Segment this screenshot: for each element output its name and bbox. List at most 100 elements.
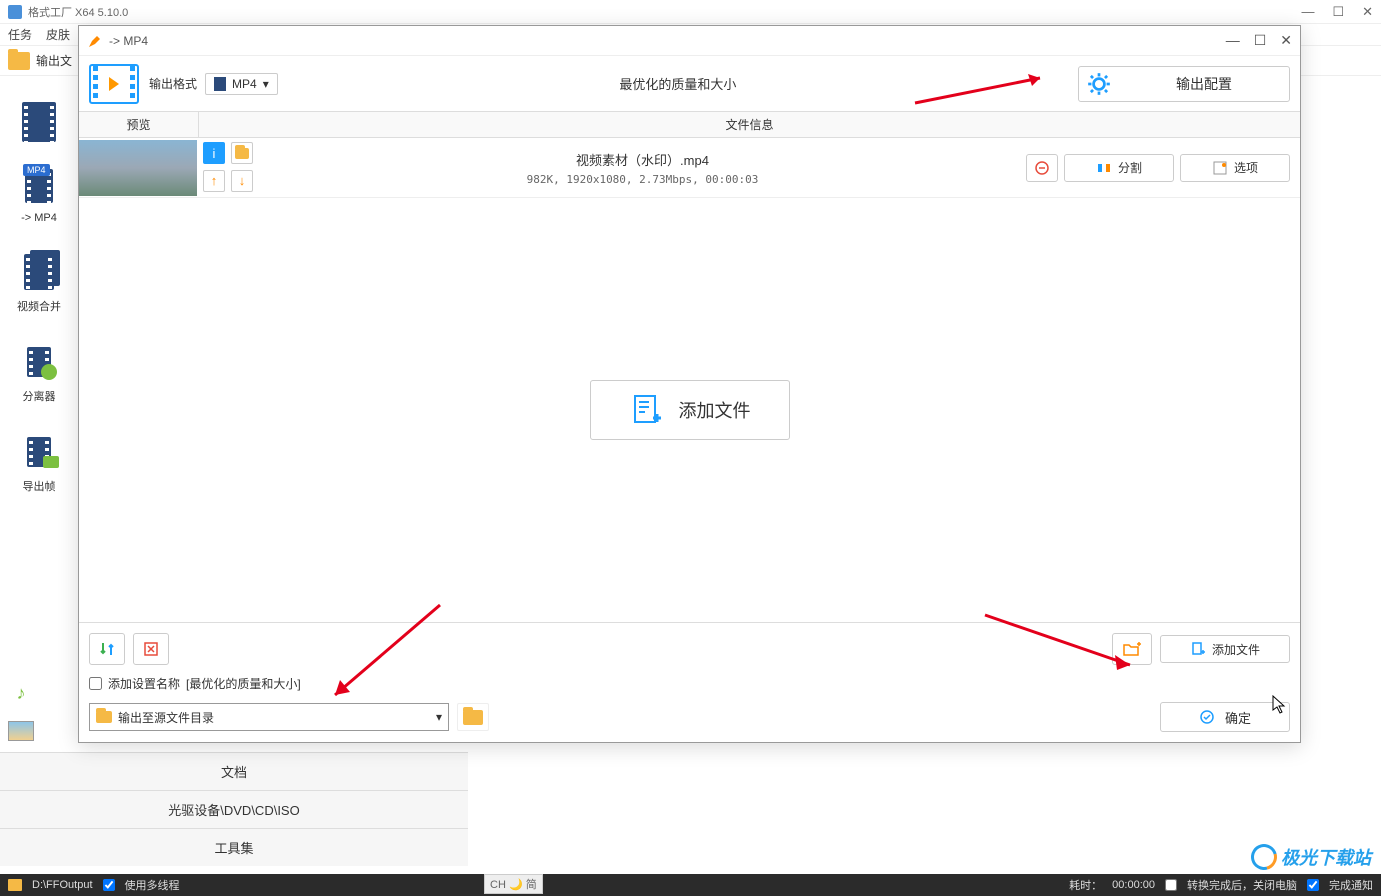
- shutdown-checkbox[interactable]: [1165, 879, 1177, 891]
- category-tools[interactable]: 工具集: [0, 828, 468, 866]
- sidebar-picture-icon[interactable]: [6, 716, 36, 746]
- clear-button[interactable]: [133, 633, 169, 665]
- add-folder-icon: [1122, 640, 1142, 658]
- output-config-button[interactable]: 输出配置: [1078, 66, 1290, 102]
- append-settings-checkbox[interactable]: [89, 677, 102, 690]
- output-config-label: 输出配置: [1119, 74, 1289, 94]
- file-tools: i ↑ ↓: [199, 138, 259, 197]
- add-folder-button[interactable]: [1112, 633, 1152, 665]
- main-title-bar: 格式工厂 X64 5.10.0 — ☐ ✕: [0, 0, 1381, 24]
- move-up-button[interactable]: ↑: [203, 170, 225, 192]
- folder-icon: [96, 711, 112, 723]
- watermark-text: 极光下载站: [1281, 844, 1371, 870]
- row-actions: 分割 选项: [1026, 138, 1300, 197]
- sidebar-export-frame-label: 导出帧: [23, 478, 56, 494]
- format-value: MP4: [232, 77, 257, 91]
- sidebar-to-mp4[interactable]: MP4 -> MP4: [0, 156, 78, 232]
- file-row[interactable]: i ↑ ↓ 视频素材（水印）.mp4 982K, 1920x1080, 2.73…: [79, 138, 1300, 198]
- output-folder-icon[interactable]: [8, 52, 30, 70]
- header-fileinfo: 文件信息: [199, 112, 1300, 137]
- watermark-logo-icon: [1246, 839, 1282, 875]
- append-settings-value: [最优化的质量和大小]: [186, 675, 301, 692]
- folder-icon: [463, 710, 483, 725]
- app-title: 格式工厂 X64 5.10.0: [28, 4, 1301, 20]
- header-preview: 预览: [79, 112, 199, 137]
- remove-file-button[interactable]: [1026, 154, 1058, 182]
- file-center: 视频素材（水印）.mp4 982K, 1920x1080, 2.73Mbps, …: [259, 138, 1026, 197]
- dialog-maximize-button[interactable]: ☐: [1254, 32, 1267, 49]
- output-label: 输出文: [36, 52, 72, 69]
- dialog-bottom: 添加文件 添加设置名称 [最优化的质量和大小] 输出至源文件目录 ▾ 确定: [79, 622, 1300, 742]
- output-format-label: 输出格式: [149, 75, 197, 92]
- notify-label: 完成通知: [1329, 877, 1373, 893]
- dialog-title: -> MP4: [109, 34, 1226, 48]
- add-file-small-icon: [1190, 641, 1206, 657]
- add-file-icon: [629, 392, 665, 428]
- sidebar-video-icon[interactable]: [0, 76, 78, 156]
- check-circle-icon: [1199, 709, 1215, 725]
- options-icon: [1212, 160, 1228, 176]
- add-file-button[interactable]: 添加文件: [1160, 635, 1290, 663]
- options-button[interactable]: 选项: [1180, 154, 1290, 182]
- split-button[interactable]: 分割: [1064, 154, 1174, 182]
- multithread-label: 使用多线程: [125, 877, 180, 893]
- format-select[interactable]: MP4 ▾: [205, 73, 278, 95]
- sidebar-audio-icon[interactable]: ♪: [6, 678, 36, 708]
- format-play-icon: [89, 64, 139, 104]
- sidebar-to-mp4-label: -> MP4: [21, 212, 57, 224]
- dialog-body: 添加文件: [79, 198, 1300, 622]
- ime-indicator[interactable]: CH 🌙 简: [484, 874, 543, 894]
- elapsed-value: 00:00:00: [1112, 879, 1155, 891]
- sidebar-video-merge[interactable]: 视频合并: [0, 242, 78, 322]
- dialog-close-button[interactable]: ✕: [1280, 32, 1292, 49]
- file-info: 982K, 1920x1080, 2.73Mbps, 00:00:03: [527, 173, 759, 186]
- sort-button[interactable]: [89, 633, 125, 665]
- dialog-toolbar: 输出格式 MP4 ▾ 最优化的质量和大小 输出配置: [79, 56, 1300, 112]
- dialog-icon: [87, 33, 103, 49]
- add-file-big-button[interactable]: 添加文件: [590, 380, 790, 440]
- dialog-headers: 预览 文件信息: [79, 112, 1300, 138]
- clear-icon: [142, 640, 160, 658]
- quality-label: 最优化的质量和大小: [278, 74, 1078, 93]
- output-folder-value: 输出至源文件目录: [118, 709, 214, 726]
- elapsed-label: 耗时：: [1069, 877, 1102, 893]
- status-output-path: D:\FFOutput: [32, 879, 93, 891]
- chevron-down-icon: ▾: [263, 77, 269, 91]
- file-thumbnail[interactable]: [79, 140, 197, 196]
- chevron-down-icon: ▾: [436, 710, 442, 724]
- sidebar-separator[interactable]: 分离器: [0, 332, 78, 412]
- add-file-big-label: 添加文件: [679, 397, 751, 423]
- status-folder-icon[interactable]: [8, 879, 22, 891]
- file-name: 视频素材（水印）.mp4: [576, 150, 709, 169]
- main-close-button[interactable]: ✕: [1362, 4, 1373, 20]
- film-icon: [214, 77, 226, 91]
- open-folder-button[interactable]: [231, 142, 253, 164]
- menu-task[interactable]: 任务: [8, 26, 32, 43]
- sort-icon: [98, 640, 116, 658]
- append-settings-label: 添加设置名称: [108, 675, 180, 692]
- ok-button[interactable]: 确定: [1160, 702, 1290, 732]
- output-folder-select[interactable]: 输出至源文件目录 ▾: [89, 703, 449, 731]
- category-optical[interactable]: 光驱设备\DVD\CD\ISO: [0, 790, 468, 828]
- multithread-checkbox[interactable]: [103, 879, 115, 891]
- move-down-button[interactable]: ↓: [231, 170, 253, 192]
- convert-dialog: -> MP4 — ☐ ✕ 输出格式 MP4 ▾ 最优化的质量和大小 输出配置 预…: [78, 25, 1301, 743]
- menu-skin[interactable]: 皮肤: [46, 26, 70, 43]
- browse-folder-button[interactable]: [457, 703, 489, 731]
- category-list: 文档 光驱设备\DVD\CD\ISO 工具集: [0, 752, 468, 866]
- sidebar-export-frame[interactable]: 导出帧: [0, 422, 78, 502]
- watermark: 极光下载站: [1251, 844, 1371, 870]
- main-maximize-button[interactable]: ☐: [1332, 4, 1344, 20]
- left-sidebar: MP4 -> MP4 视频合并 分离器 导出帧 ♪: [0, 76, 78, 866]
- dialog-title-bar: -> MP4 — ☐ ✕: [79, 26, 1300, 56]
- notify-checkbox[interactable]: [1307, 879, 1319, 891]
- minus-circle-icon: [1034, 160, 1050, 176]
- category-document[interactable]: 文档: [0, 752, 468, 790]
- dialog-minimize-button[interactable]: —: [1226, 32, 1240, 49]
- shutdown-label: 转换完成后，关闭电脑: [1187, 877, 1297, 893]
- app-icon: [8, 5, 22, 19]
- sidebar-video-merge-label: 视频合并: [17, 298, 61, 314]
- main-minimize-button[interactable]: —: [1301, 4, 1314, 20]
- info-button[interactable]: i: [203, 142, 225, 164]
- gear-icon: [1086, 71, 1112, 97]
